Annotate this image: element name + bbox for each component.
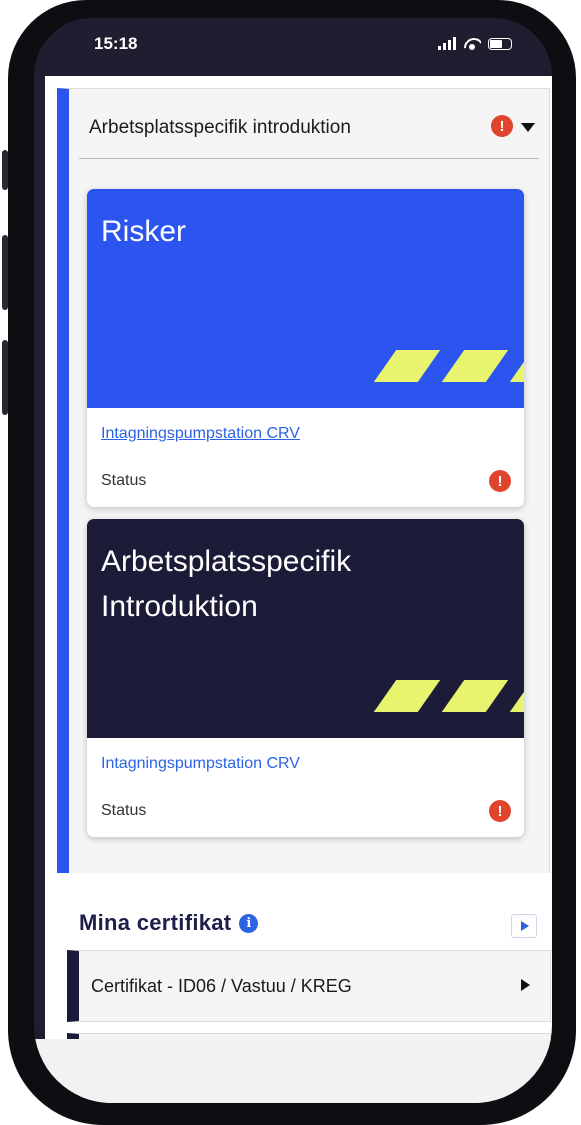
stripe-decoration	[509, 680, 524, 712]
stripe-decoration	[441, 350, 509, 382]
certificates-heading: Mina certifikat i	[79, 910, 259, 936]
card-location-link[interactable]: Intagningspumpstation CRV	[101, 425, 300, 443]
caret-down-icon[interactable]	[521, 123, 535, 132]
card-banner: Arbetsplatsspecifik Introduktion	[87, 519, 524, 738]
home-indicator-area	[34, 1039, 552, 1103]
phone-volume-down	[2, 340, 8, 415]
wifi-icon	[463, 36, 481, 50]
stripe-decoration	[509, 350, 524, 382]
alert-icon: !	[489, 470, 511, 492]
play-icon[interactable]	[511, 914, 537, 938]
alert-icon: !	[491, 115, 513, 137]
status-time: 15:18	[94, 34, 138, 53]
info-icon[interactable]: i	[239, 913, 259, 933]
stripe-decoration	[373, 680, 441, 712]
card-location-link[interactable]: Intagningspumpstation CRV	[101, 755, 300, 773]
battery-icon	[488, 38, 512, 50]
intro-section: Arbetsplatsspecifik introduktion ! Riske…	[57, 88, 550, 873]
stripe-decoration	[373, 350, 441, 382]
card-banner: Risker	[87, 189, 524, 408]
phone-volume-up	[2, 235, 8, 310]
intro-section-title: Arbetsplatsspecifik introduktion	[89, 117, 351, 138]
status-bar: 15:18	[34, 18, 552, 76]
signal-icon	[438, 36, 456, 50]
course-card-arbetsplatsspecifik[interactable]: Arbetsplatsspecifik Introduktion Intagni…	[87, 519, 524, 837]
card-status-label: Status	[101, 802, 147, 819]
caret-right-icon	[521, 979, 530, 991]
phone-silent-switch	[2, 150, 8, 190]
card-title: Arbetsplatsspecifik Introduktion	[101, 545, 352, 623]
certificate-item[interactable]: Certifikat - ID06 / Vastuu / KREG	[67, 950, 551, 1022]
alert-icon: !	[489, 800, 511, 822]
app-screen: Arbetsplatsspecifik introduktion ! Riske…	[45, 76, 552, 1103]
card-title: Risker	[101, 215, 187, 248]
stripe-decoration	[441, 680, 509, 712]
card-status-label: Status	[101, 472, 147, 489]
course-card-risker[interactable]: Risker Intagningspumpstation CRV Status …	[87, 189, 524, 507]
status-icons	[438, 36, 512, 50]
phone-frame: 15:18 Arbetsplatsspecifik introduktion !	[2, 0, 576, 1125]
certificate-item-label: Certifikat - ID06 / Vastuu / KREG	[91, 976, 352, 996]
phone-display: 15:18 Arbetsplatsspecifik introduktion !	[34, 18, 552, 1103]
intro-section-header[interactable]: Arbetsplatsspecifik introduktion !	[79, 89, 539, 159]
certificates-title: Mina certifikat	[79, 910, 232, 935]
